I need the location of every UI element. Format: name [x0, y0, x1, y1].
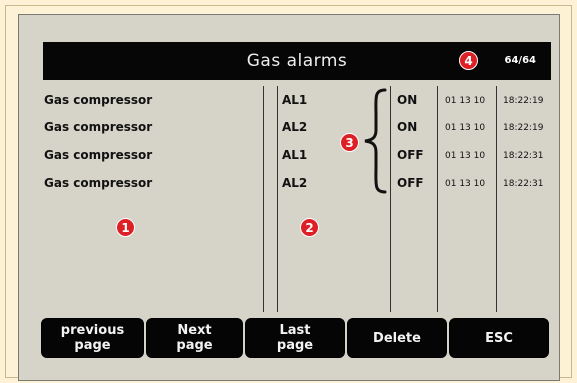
- callout-1-badge: 1: [116, 218, 135, 237]
- device-name: Gas compressor: [44, 176, 153, 190]
- alarm-state: OFF: [397, 148, 424, 162]
- next-page-button[interactable]: Next page: [146, 318, 243, 358]
- alarm-code: AL2: [282, 120, 308, 134]
- alarm-date: 01 13 10: [445, 123, 486, 133]
- alarm-code: AL1: [282, 148, 308, 162]
- callout-3-badge: 3: [340, 133, 359, 152]
- alarm-date: 01 13 10: [445, 151, 486, 161]
- alarm-time: 18:22:19: [503, 123, 544, 133]
- device-name: Gas compressor: [44, 93, 153, 107]
- alarm-code: AL2: [282, 176, 308, 190]
- button-label: page: [176, 338, 213, 353]
- brace-icon: [364, 88, 387, 194]
- alarm-time: 18:22:19: [503, 96, 544, 106]
- callout-2-badge: 2: [300, 218, 319, 237]
- button-label: Last: [279, 323, 311, 338]
- alarm-state: ON: [397, 120, 418, 134]
- delete-button[interactable]: Delete: [347, 318, 447, 358]
- button-label: Next: [177, 323, 212, 338]
- previous-page-button[interactable]: previous page: [41, 318, 144, 358]
- column-divider: [390, 86, 391, 312]
- esc-button[interactable]: ESC: [449, 318, 549, 358]
- callout-4-badge: 4: [459, 51, 478, 70]
- button-label: page: [276, 338, 314, 353]
- column-divider: [263, 86, 264, 312]
- alarm-state: OFF: [397, 176, 424, 190]
- alarm-counter: 64/64: [504, 55, 536, 66]
- device-name: Gas compressor: [44, 120, 153, 134]
- alarm-date: 01 13 10: [445, 96, 486, 106]
- alarm-time: 18:22:31: [503, 151, 544, 161]
- alarm-date: 01 13 10: [445, 179, 486, 189]
- alarm-code: AL1: [282, 93, 308, 107]
- button-label: page: [74, 338, 111, 353]
- column-divider: [437, 86, 438, 312]
- device-name: Gas compressor: [44, 148, 153, 162]
- last-page-button[interactable]: Last page: [245, 318, 345, 358]
- alarm-state: ON: [397, 93, 418, 107]
- alarm-time: 18:22:31: [503, 179, 544, 189]
- column-divider: [496, 86, 497, 312]
- column-divider: [277, 86, 278, 312]
- button-label: previous: [60, 323, 125, 338]
